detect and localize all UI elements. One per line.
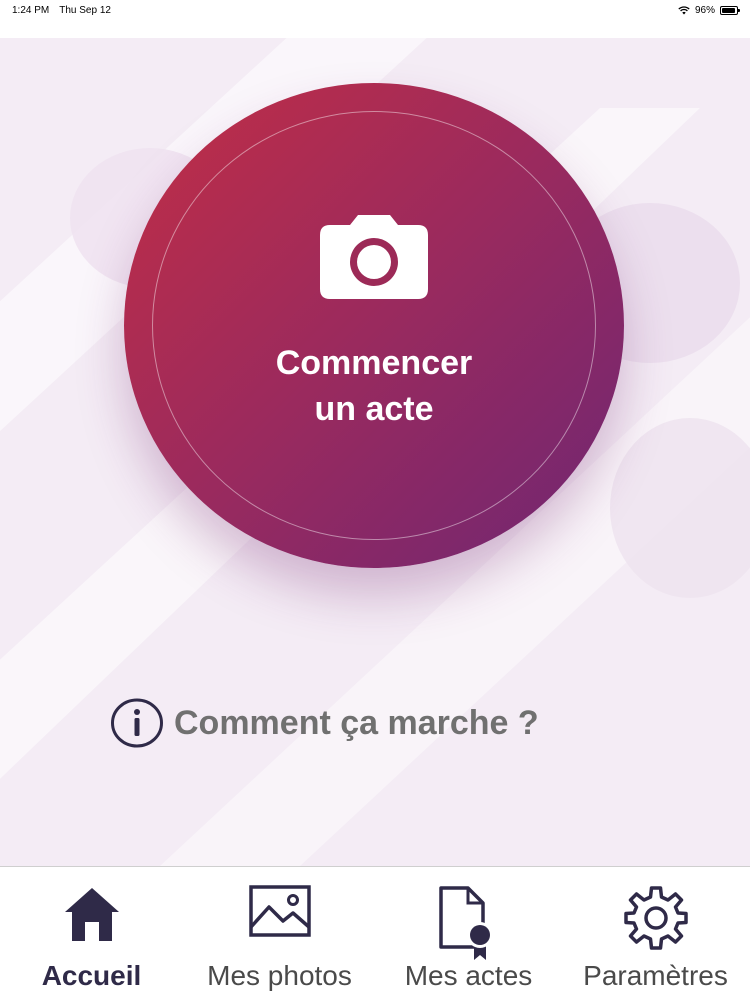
tab-bar: Accueil Mes photos Mes actes Paramètres: [0, 866, 750, 1000]
gear-icon: [623, 886, 688, 950]
battery-percent: 96%: [694, 4, 715, 16]
tab-home[interactable]: Accueil: [0, 867, 183, 1000]
camera-icon: [320, 215, 428, 299]
status-time: 1:24 PM: [12, 4, 50, 16]
battery-level: [722, 7, 736, 13]
tab-my-photos[interactable]: Mes photos: [183, 867, 376, 1000]
status-date: Thu Sep 12: [59, 4, 111, 16]
tab-settings-label: Paramètres: [583, 960, 728, 991]
certified-document-icon: [438, 886, 493, 960]
battery-icon: [720, 5, 740, 15]
tab-home-label: Accueil: [41, 960, 142, 991]
home-icon: [64, 888, 119, 941]
tab-my-photos-label: Mes photos: [207, 960, 352, 991]
wifi-icon: [678, 5, 690, 14]
tab-settings[interactable]: Paramètres: [561, 867, 750, 1000]
tab-my-acts-label: Mes actes: [404, 960, 533, 991]
status-bar: 1:24 PM Thu Sep 12 96%: [0, 0, 750, 20]
tab-my-acts[interactable]: Mes actes: [376, 867, 561, 1000]
how-it-works-link[interactable]: Comment ça marche ?: [110, 698, 539, 748]
start-act-button[interactable]: Commencer un acte: [124, 83, 624, 568]
image-icon: [248, 885, 311, 937]
start-button-ring: [152, 111, 596, 540]
home-screen: Commencer un acte Comment ça marche ?: [0, 38, 750, 866]
start-act-label: Commencer un acte: [275, 344, 473, 428]
how-it-works-label: Comment ça marche ?: [174, 703, 539, 742]
screen: 1:24 PM Thu Sep 12 96% Commencer un acte…: [0, 0, 750, 1000]
info-icon: [111, 698, 163, 748]
